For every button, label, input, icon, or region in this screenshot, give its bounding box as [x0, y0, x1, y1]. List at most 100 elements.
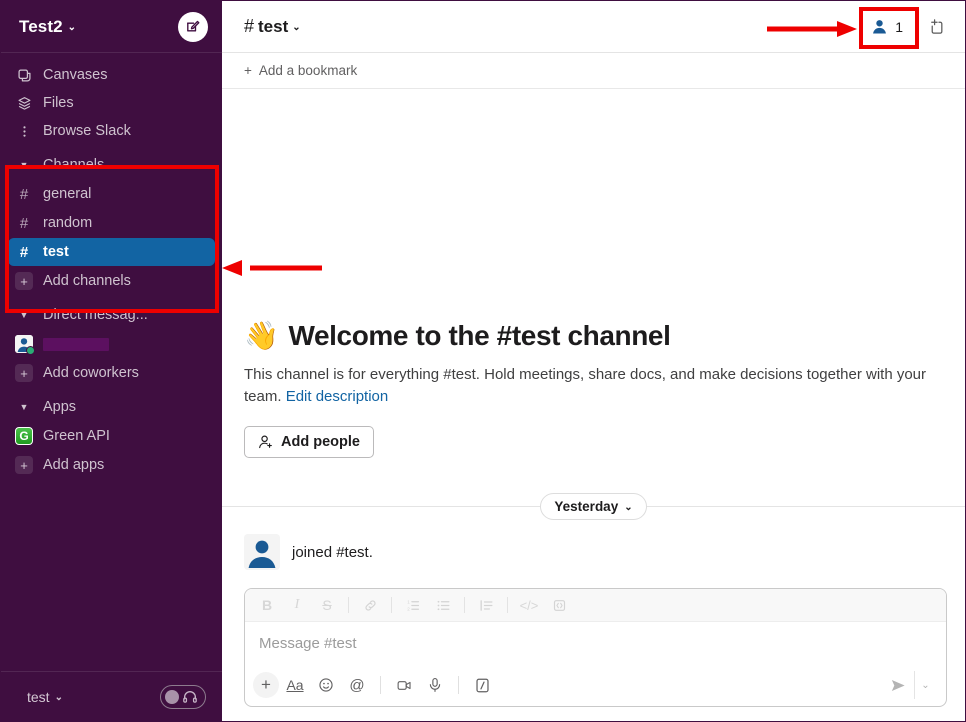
bookmark-bar: + Add a bookmark	[222, 53, 965, 89]
hash-icon: #	[15, 244, 33, 261]
audio-button[interactable]	[420, 671, 450, 699]
bold-button[interactable]: B	[253, 592, 281, 618]
strikethrough-button[interactable]: S	[313, 592, 341, 618]
add-bookmark-icon	[927, 17, 946, 36]
add-attachment-button[interactable]: +	[253, 672, 279, 698]
dm-section-label: Direct messag...	[43, 307, 148, 323]
message-input[interactable]: Message #test	[245, 622, 946, 664]
workspace-switcher[interactable]: Test2 ⌄	[19, 17, 76, 37]
link-button[interactable]	[356, 592, 384, 618]
sidebar-add-coworkers[interactable]: + Add coworkers	[8, 359, 215, 387]
plus-icon: +	[244, 63, 252, 78]
hash-icon: #	[15, 215, 33, 232]
slack-window: Test2 ⌄ Canvases	[0, 0, 966, 722]
channels-section-header[interactable]: ▼ Channels	[1, 151, 222, 179]
channel-name: test	[43, 244, 69, 260]
send-group: ⌄	[882, 671, 936, 699]
edit-description-link[interactable]: Edit description	[286, 388, 389, 405]
sidebar-item-files[interactable]: Files	[1, 89, 222, 117]
avatar[interactable]	[244, 534, 280, 570]
huddle-toggle[interactable]	[160, 685, 206, 709]
chevron-down-icon: ⌄	[55, 692, 63, 703]
divider	[464, 597, 465, 613]
link-icon	[363, 598, 378, 613]
canvas-icon	[15, 68, 33, 83]
sidebar-nav: Canvases Files	[1, 53, 222, 671]
bulleted-list-button[interactable]	[429, 592, 457, 618]
date-divider: Yesterday ⌄	[222, 486, 965, 526]
members-count: 1	[895, 19, 903, 35]
triangle-down-icon: ▼	[15, 402, 33, 412]
message-list: 👋 Welcome to the #test channel This chan…	[222, 89, 965, 588]
sidebar-channel-test[interactable]: # test	[8, 238, 215, 266]
message-placeholder: Message #test	[259, 635, 357, 652]
sidebar-app-green-api[interactable]: G Green API	[8, 422, 215, 450]
ordered-list-icon: 1 2	[406, 598, 421, 613]
add-bookmark-header-button[interactable]	[921, 13, 951, 41]
welcome-heading-text: Welcome to the #test channel	[288, 320, 670, 352]
compose-button[interactable]	[178, 12, 208, 42]
sidebar-channel-general[interactable]: # general	[8, 180, 215, 208]
sidebar-item-canvases[interactable]: Canvases	[1, 61, 222, 89]
video-icon	[396, 677, 413, 694]
emoji-button[interactable]	[311, 671, 341, 699]
divider	[458, 676, 459, 694]
formatting-button[interactable]: Aa	[280, 671, 310, 699]
join-message-text: joined #test.	[292, 544, 373, 561]
add-bookmark-button[interactable]: + Add a bookmark	[244, 63, 357, 78]
microphone-icon	[427, 677, 443, 693]
divider	[380, 676, 381, 694]
chevron-down-icon: ⌄	[292, 22, 300, 33]
channel-intro: 👋 Welcome to the #test channel This chan…	[222, 319, 965, 458]
toggle-knob	[165, 690, 179, 704]
plus-icon: +	[15, 364, 33, 382]
video-button[interactable]	[389, 671, 419, 699]
app-name: Green API	[43, 428, 110, 444]
online-status-dot	[26, 346, 35, 355]
sidebar-add-apps[interactable]: + Add apps	[8, 451, 215, 479]
date-pill-button[interactable]: Yesterday ⌄	[540, 493, 646, 520]
message-row: joined #test.	[222, 528, 965, 584]
headphones-icon	[182, 689, 198, 705]
welcome-prefix: Welcome to the	[288, 320, 489, 351]
sidebar-add-channels[interactable]: + Add channels	[8, 267, 215, 295]
send-button[interactable]	[882, 671, 914, 699]
sidebar-dm-redacted[interactable]	[8, 330, 215, 358]
code-block-button[interactable]	[545, 592, 573, 618]
channel-title: test	[258, 17, 288, 37]
divider	[348, 597, 349, 613]
hash-icon: #	[244, 16, 254, 37]
triangle-down-icon: ▼	[15, 310, 33, 320]
sidebar-item-browse-slack[interactable]: Browse Slack	[1, 117, 222, 145]
message-composer: B I S 1 2	[222, 588, 965, 721]
welcome-heading: 👋 Welcome to the #test channel	[244, 319, 943, 352]
divider	[391, 597, 392, 613]
add-people-button[interactable]: Add people	[244, 426, 374, 458]
italic-button[interactable]: I	[283, 592, 311, 618]
ordered-list-button[interactable]: 1 2	[399, 592, 427, 618]
plus-icon: +	[15, 272, 33, 290]
add-apps-label: Add apps	[43, 457, 104, 473]
dm-section-header[interactable]: ▼ Direct messag...	[1, 301, 222, 329]
apps-section-label: Apps	[43, 399, 76, 415]
compose-icon	[185, 19, 201, 35]
sidebar: Test2 ⌄ Canvases	[1, 1, 222, 721]
code-button[interactable]: </>	[515, 592, 543, 618]
sidebar-item-label: Canvases	[43, 67, 107, 83]
slash-command-button[interactable]	[467, 671, 497, 699]
composer-box: B I S 1 2	[244, 588, 947, 707]
members-button[interactable]: 1	[863, 14, 911, 39]
apps-section-header[interactable]: ▼ Apps	[1, 393, 222, 421]
channel-title-button[interactable]: # test ⌄	[244, 16, 301, 37]
sidebar-channel-random[interactable]: # random	[8, 209, 215, 237]
footer-user-switcher[interactable]: test ⌄	[27, 689, 63, 705]
footer-user-name: test	[27, 689, 50, 705]
formatting-toolbar: B I S 1 2	[245, 589, 946, 622]
welcome-suffix: channel	[567, 320, 670, 351]
add-people-label: Add people	[281, 434, 360, 450]
mention-button[interactable]: @	[342, 671, 372, 699]
blockquote-button[interactable]	[472, 592, 500, 618]
send-options-button[interactable]: ⌄	[914, 671, 936, 699]
main-panel: # test ⌄ 1	[222, 1, 965, 721]
bulleted-list-icon	[436, 598, 451, 613]
